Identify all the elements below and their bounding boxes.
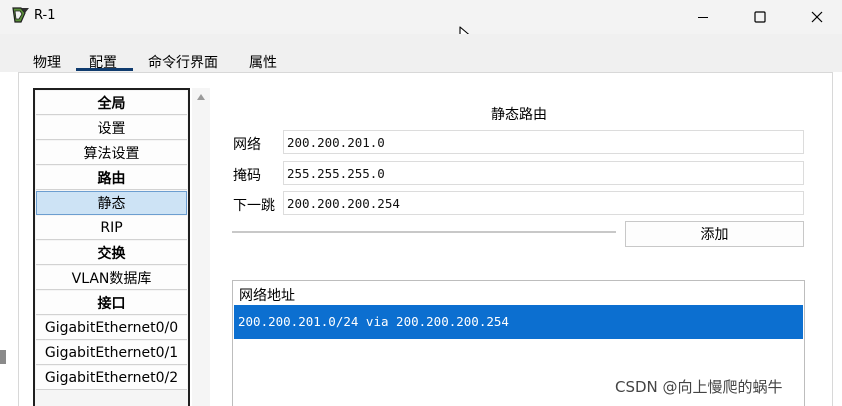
nav-item-rip[interactable]: RIP: [36, 216, 187, 240]
add-button[interactable]: 添加: [625, 221, 804, 247]
nav-item-settings[interactable]: 设置: [36, 116, 187, 140]
section-title: 静态路由: [491, 107, 547, 123]
window-title: R-1: [34, 8, 56, 23]
minimize-icon: [698, 17, 708, 18]
close-button[interactable]: [794, 4, 840, 30]
network-label: 网络: [233, 137, 261, 153]
tab-cli[interactable]: 命令行界面: [148, 52, 218, 72]
background-edge: [0, 350, 6, 364]
nav-item-gig0-2[interactable]: GigabitEthernet0/2: [36, 366, 187, 390]
divider: [232, 231, 616, 233]
tab-strip: 物理 配置 命令行界面 属性: [0, 34, 842, 72]
nav-item-algorithm-settings[interactable]: 算法设置: [36, 141, 187, 165]
route-row[interactable]: 200.200.201.0/24 via 200.200.200.254: [234, 305, 803, 339]
nav-item-static[interactable]: 静态: [36, 191, 187, 215]
title-bar: R-1: [0, 0, 842, 34]
tab-attributes[interactable]: 属性: [249, 52, 277, 72]
network-input[interactable]: [283, 130, 804, 154]
active-tab-indicator: [76, 68, 133, 71]
tab-physical[interactable]: 物理: [33, 52, 61, 72]
nav-heading-switching[interactable]: 交换: [36, 241, 187, 265]
close-icon: [811, 11, 823, 23]
nav-item-gig0-1[interactable]: GigabitEthernet0/1: [36, 341, 187, 365]
nav-item-vlan-database[interactable]: VLAN数据库: [36, 266, 187, 290]
scroll-up-arrow-icon[interactable]: [197, 94, 205, 100]
config-nav-list: 全局 设置 算法设置 路由 静态 RIP 交换 VLAN数据库 接口 Gigab…: [33, 88, 190, 406]
mask-input[interactable]: [283, 161, 804, 185]
nav-scrollbar[interactable]: [192, 88, 210, 406]
watermark: CSDN @向上慢爬的蜗牛: [615, 378, 783, 396]
maximize-icon: [754, 11, 766, 23]
route-table-header: 网络地址: [239, 288, 295, 304]
next-hop-input[interactable]: [283, 191, 804, 215]
nav-heading-interface[interactable]: 接口: [36, 291, 187, 315]
maximize-button[interactable]: [737, 4, 783, 30]
minimize-button[interactable]: [680, 4, 726, 30]
mask-label: 掩码: [233, 168, 261, 184]
next-hop-label: 下一跳: [233, 198, 275, 214]
nav-item-gig0-0[interactable]: GigabitEthernet0/0: [36, 316, 187, 340]
router-app-icon: [12, 7, 29, 23]
nav-heading-global[interactable]: 全局: [36, 91, 187, 115]
nav-heading-routing[interactable]: 路由: [36, 166, 187, 190]
